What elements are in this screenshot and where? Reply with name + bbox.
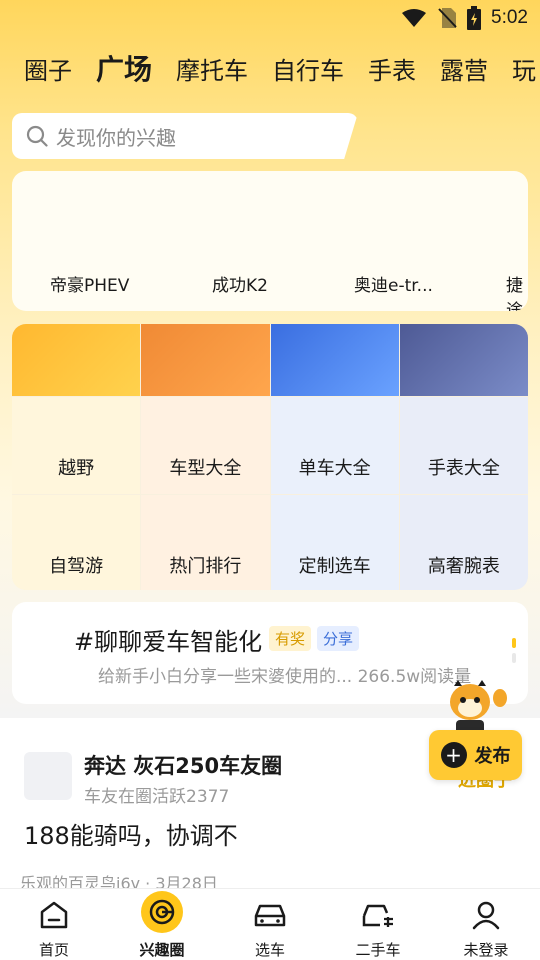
- nav-used-car-label: 二手车: [355, 941, 401, 959]
- publish-label: 发布: [474, 746, 511, 767]
- category-tabs: 圈子 广场 摩托车 自行车 手表 露营 玩: [0, 44, 540, 92]
- nav-profile[interactable]: 未登录: [432, 889, 540, 960]
- nav-used-car[interactable]: 二手车: [324, 889, 432, 960]
- topic-title: #聊聊爱车智能化: [74, 628, 263, 656]
- category-grid: 越野 车型大全 单车大全 手表大全 自驾游 热门排行 定制选车 高奢腕表: [12, 324, 528, 590]
- category-road-trip[interactable]: 自驾游: [12, 495, 141, 590]
- post-text[interactable]: 188能骑吗，协调不: [24, 816, 238, 851]
- tab-circle[interactable]: 圈子: [0, 51, 84, 86]
- publish-button[interactable]: + 发布: [429, 730, 522, 780]
- tiger-mascot-icon: [450, 680, 507, 736]
- no-sim-icon: [438, 8, 457, 28]
- battery-icon: [467, 6, 482, 30]
- category-banner-bikes[interactable]: [270, 324, 399, 396]
- category-banner-models[interactable]: [141, 324, 270, 396]
- category-custom-pick[interactable]: 定制选车: [270, 495, 399, 590]
- interest-circle-icon: [141, 891, 183, 933]
- category-watch-models[interactable]: 手表大全: [399, 397, 528, 494]
- nav-select-car[interactable]: 选车: [216, 889, 324, 960]
- search-icon: [26, 125, 48, 147]
- brand-item[interactable]: 捷途: [506, 271, 528, 311]
- category-banner-offroad[interactable]: [12, 324, 141, 396]
- circle-avatar: [24, 752, 72, 800]
- category-hot-ranking[interactable]: 热门排行: [141, 495, 270, 590]
- nav-home-label: 首页: [38, 941, 69, 959]
- share-badge: 分享: [317, 626, 360, 651]
- circle-name[interactable]: 奔达 灰石250车友圈: [84, 750, 282, 780]
- circle-activity: 车友在圈活跃2377: [84, 787, 230, 807]
- used-car-icon: [360, 897, 396, 933]
- bottom-navigation: 首页 兴趣圈 选车 二手车 未登录: [0, 888, 540, 960]
- tab-watch[interactable]: 手表: [356, 51, 428, 86]
- search-input[interactable]: 发现你的兴趣: [12, 113, 358, 159]
- nav-select-car-label: 选车: [254, 941, 285, 959]
- user-icon: [468, 897, 504, 933]
- nav-interest[interactable]: 兴趣圈: [108, 889, 216, 960]
- brand-item[interactable]: 奥迪e-tr...: [354, 271, 433, 296]
- category-bike-models[interactable]: 单车大全: [270, 397, 399, 494]
- prize-badge: 有奖: [269, 626, 312, 651]
- topic-subtitle: 给新手小白分享一些宋婆使用的... 266.5w阅读量: [98, 667, 472, 687]
- category-luxury-watch[interactable]: 高奢腕表: [399, 495, 528, 590]
- tab-bicycle[interactable]: 自行车: [260, 51, 356, 86]
- nav-interest-label: 兴趣圈: [139, 941, 185, 959]
- tab-plaza[interactable]: 广场: [84, 48, 164, 90]
- category-car-models[interactable]: 车型大全: [141, 397, 270, 494]
- tab-play[interactable]: 玩: [500, 51, 540, 86]
- car-icon: [252, 897, 288, 933]
- tab-camping[interactable]: 露营: [428, 51, 500, 86]
- tab-motorcycle[interactable]: 摩托车: [164, 51, 260, 86]
- category-offroad[interactable]: 越野: [12, 397, 141, 494]
- brand-item[interactable]: 成功K2: [212, 271, 268, 296]
- nav-home[interactable]: 首页: [0, 889, 108, 960]
- category-banner-watches[interactable]: [399, 324, 528, 396]
- status-time: 5:02: [491, 7, 528, 28]
- nav-profile-label: 未登录: [463, 941, 509, 959]
- brand-item[interactable]: 帝豪PHEV: [50, 271, 129, 296]
- search-placeholder: 发现你的兴趣: [56, 125, 176, 150]
- home-icon: [36, 897, 72, 933]
- wifi-icon: [402, 9, 427, 27]
- carousel-indicator: [512, 638, 516, 670]
- plus-icon: +: [440, 742, 467, 768]
- status-bar: 5:02: [0, 0, 540, 36]
- brand-shortcuts: 帝豪PHEV 成功K2 奥迪e-tr... 捷途: [12, 171, 528, 311]
